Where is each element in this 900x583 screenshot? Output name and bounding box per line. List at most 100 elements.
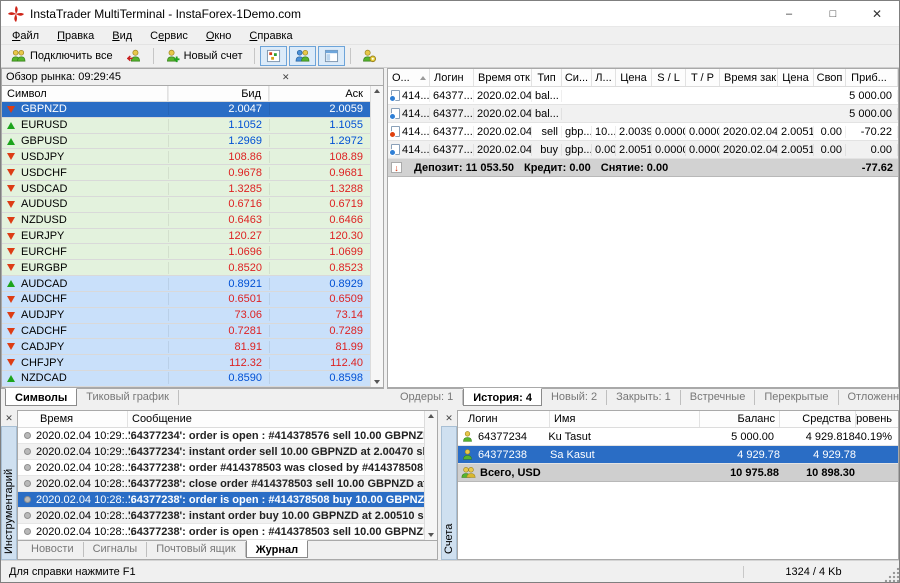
journal-row[interactable]: 2020.02.04 10:29:... '64377234': order i… [18,428,424,444]
orders-tab[interactable]: Ордеры: 1 [391,390,463,405]
new-account-button[interactable]: Новый счет [159,46,249,66]
order-row[interactable]: 414... 64377... 2020.02.04 ... buy gbp..… [388,141,898,159]
market-row[interactable]: EURCHF 1.0696 1.0699 [2,244,370,260]
market-row[interactable]: CADJPY 81.91 81.99 [2,339,370,355]
column-message[interactable]: Сообщение [128,411,424,427]
market-row[interactable]: GBPNZD 2.0047 2.0059 [2,102,370,118]
trend-icon [7,375,15,382]
maximize-button[interactable]: □ [811,1,855,27]
column-bid[interactable]: Бид [168,86,269,101]
account-row[interactable]: 64377234 Ku Tasut 5 000.00 4 929.81 840.… [458,428,898,446]
minimize-button[interactable]: – [767,1,811,27]
menu-window[interactable]: Окно [197,29,241,43]
column-ask[interactable]: Аск [269,86,370,101]
market-row[interactable]: CADCHF 0.7281 0.7289 [2,324,370,340]
orders-tab[interactable]: Новый: 2 [542,390,607,405]
journal-tab[interactable]: Новости [22,542,84,557]
column-order[interactable]: О... [388,69,430,86]
column-sl[interactable]: S / L [652,69,686,86]
journal-row[interactable]: 2020.02.04 10:28:... '64377238': close o… [18,476,424,492]
column-level[interactable]: Уровень [856,411,898,427]
orders-tab[interactable]: Закрыть: 1 [607,390,681,405]
market-row[interactable]: EURGBP 0.8520 0.8523 [2,260,370,276]
toggle-market-watch-button[interactable] [260,46,287,66]
market-row[interactable]: USDJPY 108.86 108.89 [2,149,370,165]
scroll-up-icon[interactable] [428,414,434,418]
market-row[interactable]: CHFJPY 112.32 112.40 [2,355,370,371]
orders-tab[interactable]: Отложенный: 1 [839,390,900,405]
log-entry-icon [24,528,31,535]
menu-service[interactable]: Сервис [141,29,197,43]
market-row[interactable]: AUDCAD 0.8921 0.8929 [2,276,370,292]
connect-all-button[interactable]: Подключить все [5,46,119,66]
scroll-up-icon[interactable] [374,89,380,93]
scroll-down-icon[interactable] [374,380,380,384]
market-row[interactable]: USDCAD 1.3285 1.3288 [2,181,370,197]
orders-tab[interactable]: Встречные [681,390,756,405]
market-watch-tab[interactable]: Тиковый график [77,390,179,405]
column-symbol[interactable]: Си... [562,69,592,86]
market-row[interactable]: AUDCHF 0.6501 0.6509 [2,292,370,308]
column-profit[interactable]: Приб... [846,69,898,86]
market-row[interactable]: NZDUSD 0.6463 0.6466 [2,213,370,229]
account-settings-button[interactable] [356,46,383,66]
market-row[interactable]: EURJPY 120.27 120.30 [2,229,370,245]
toggle-toolbox-button[interactable] [318,46,345,66]
column-close-price[interactable]: Цена [778,69,814,86]
menu-edit[interactable]: Правка [48,29,103,43]
market-watch-scrollbar[interactable] [370,86,383,387]
journal-tab[interactable]: Сигналы [84,542,148,557]
column-type[interactable]: Тип [532,69,562,86]
journal-tab[interactable]: Почтовый ящик [147,542,245,557]
trend-icon [7,185,15,192]
account-row[interactable]: 64377238 Sa Kasut 4 929.78 4 929.78 [458,446,898,464]
column-tp[interactable]: T / P [686,69,720,86]
menu-help[interactable]: Справка [240,29,301,43]
market-row[interactable]: NZDCAD 0.8590 0.8598 [2,371,370,387]
journal-tab[interactable]: Журнал [246,540,308,558]
resize-grip[interactable] [883,566,899,582]
market-row[interactable]: AUDJPY 73.06 73.14 [2,308,370,324]
column-symbol[interactable]: Символ [2,86,168,101]
market-row[interactable]: GBPUSD 1.2969 1.2972 [2,134,370,150]
journal-row[interactable]: 2020.02.04 10:28:... '64377238': order #… [18,460,424,476]
column-swap[interactable]: Своп [814,69,846,86]
journal-tabs: НовостиСигналыПочтовый ящикЖурнал [18,540,437,559]
journal-row[interactable]: 2020.02.04 10:28:... '64377238': order i… [18,524,424,540]
order-row[interactable]: 414... 64377... 2020.02.04 ... sell gbp.… [388,123,898,141]
column-equity[interactable]: Средства [780,411,856,427]
journal-row[interactable]: 2020.02.04 10:29:... '64377234': instant… [18,444,424,460]
toolbox-vertical-tab[interactable]: Инструментарий [1,426,17,560]
journal-scrollbar[interactable] [424,411,437,540]
column-balance[interactable]: Баланс [700,411,780,427]
column-time[interactable]: Время [18,411,128,427]
journal-row[interactable]: 2020.02.04 10:28:... '64377238': order i… [18,492,424,508]
order-row[interactable]: 414... 64377... 2020.02.04 ... bal... [388,87,898,105]
order-row[interactable]: 414... 64377... 2020.02.04 ... bal... [388,105,898,123]
column-login[interactable]: Логин [458,411,550,427]
orders-tab[interactable]: Перекрытые [755,390,838,405]
column-close-time[interactable]: Время зак... [720,69,778,86]
journal-row[interactable]: 2020.02.04 10:28:... '64377238': instant… [18,508,424,524]
toolbox-close-icon[interactable]: ✕ [1,410,17,426]
menu-file[interactable]: Файл [3,29,48,43]
column-open-time[interactable]: Время отк... [474,69,532,86]
market-row[interactable]: USDCHF 0.9678 0.9681 [2,165,370,181]
column-login[interactable]: Логин [430,69,474,86]
disconnect-button[interactable] [121,46,148,66]
column-name[interactable]: Имя [550,411,700,427]
accounts-close-icon[interactable]: ✕ [441,410,457,426]
menu-view[interactable]: Вид [103,29,141,43]
column-lots[interactable]: Л... [592,69,616,86]
toggle-accounts-button[interactable] [289,46,316,66]
connect-all-label: Подключить все [30,50,113,62]
orders-tab[interactable]: История: 4 [463,388,542,406]
column-price[interactable]: Цена [616,69,652,86]
close-button[interactable]: ✕ [855,1,899,27]
market-watch-close-icon[interactable]: ✕ [193,72,380,83]
market-row[interactable]: AUDUSD 0.6716 0.6719 [2,197,370,213]
market-watch-tab[interactable]: Символы [5,388,77,406]
scroll-down-icon[interactable] [428,533,434,537]
accounts-vertical-tab[interactable]: Счета [441,426,457,560]
market-row[interactable]: EURUSD 1.1052 1.1055 [2,118,370,134]
